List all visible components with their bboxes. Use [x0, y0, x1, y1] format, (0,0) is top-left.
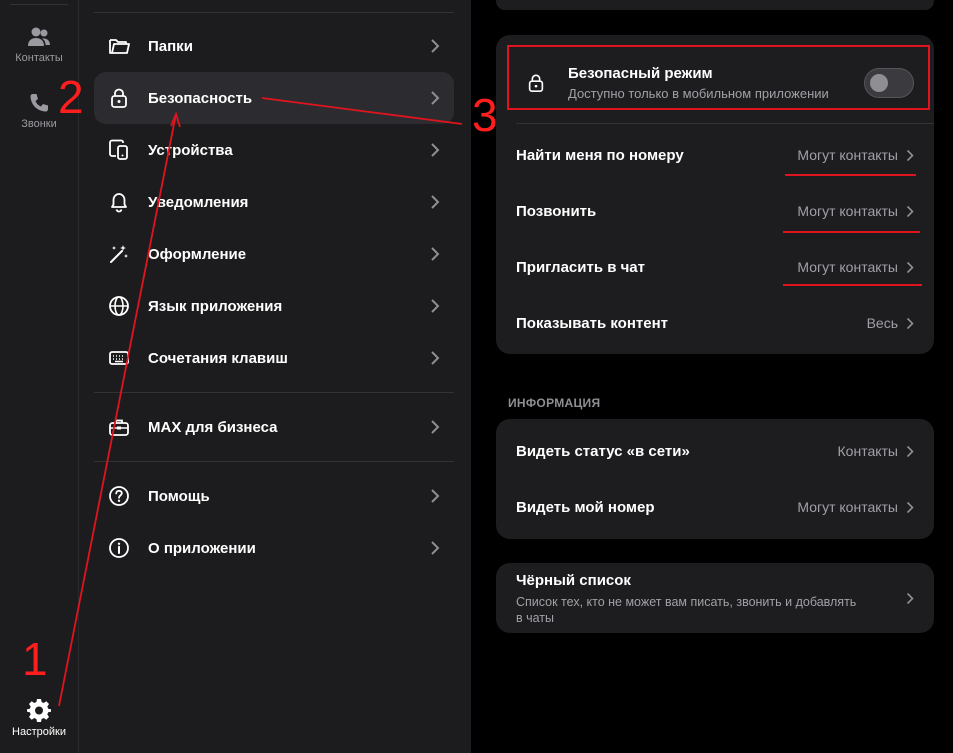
question-icon — [109, 486, 129, 506]
chevron-right-icon — [906, 592, 914, 605]
chevron-right-icon — [431, 39, 440, 53]
annotation-number-1: 1 — [22, 633, 48, 685]
show-content-row[interactable]: Показывать контент Весь — [496, 295, 934, 351]
menu-item-language[interactable]: Язык приложения — [94, 280, 454, 332]
folder-icon — [109, 39, 130, 54]
menu-item-security[interactable]: Безопасность — [94, 72, 454, 124]
invite-to-chat-row[interactable]: Пригласить в чат Могут контакты — [496, 239, 934, 295]
row-label: Пригласить в чат — [516, 258, 645, 276]
info-icon — [109, 538, 129, 558]
row-label: Найти меня по номеру — [516, 146, 684, 164]
menu-item-notifications[interactable]: Уведомления — [94, 176, 454, 228]
safe-mode-row[interactable]: Безопасный режим Доступно только в мобил… — [496, 51, 934, 115]
chevron-right-icon — [431, 299, 440, 313]
info-card: Видеть статус «в сети» Контакты Видеть м… — [496, 419, 934, 539]
menu-item-folders[interactable]: Папки — [94, 20, 454, 72]
magic-wand-icon — [110, 245, 128, 263]
previous-card — [496, 0, 934, 10]
chevron-right-icon — [431, 489, 440, 503]
chevron-right-icon — [431, 247, 440, 261]
menu-item-label: Папки — [148, 37, 193, 55]
row-value: Могут контакты — [797, 259, 898, 275]
row-value: Могут контакты — [797, 499, 898, 515]
menu-item-label: Безопасность — [148, 89, 253, 107]
blacklist-title: Чёрный список — [516, 572, 631, 589]
briefcase-icon — [109, 419, 129, 436]
row-value: Могут контакты — [797, 203, 898, 219]
call-row[interactable]: Позвонить Могут контакты — [496, 183, 934, 239]
chevron-right-icon — [431, 91, 440, 105]
rail-settings[interactable]: Настройки — [0, 698, 78, 738]
keyboard-icon — [109, 351, 129, 365]
row-divider — [516, 123, 934, 124]
chevron-right-icon — [431, 541, 440, 555]
rail-contacts[interactable]: Контакты — [0, 26, 78, 64]
menu-item-about[interactable]: О приложении — [94, 522, 454, 574]
contacts-icon — [28, 27, 50, 46]
menu-item-label: Сочетания клавиш — [148, 349, 288, 367]
chevron-right-icon — [431, 143, 440, 157]
chevron-right-icon — [431, 351, 440, 365]
menu-item-business[interactable]: MAX для бизнеса — [94, 401, 454, 453]
globe-icon — [109, 296, 129, 316]
menu-item-label: Уведомления — [148, 193, 249, 211]
menu-item-appearance[interactable]: Оформление — [94, 228, 454, 280]
devices-icon — [109, 139, 128, 160]
row-value: Контакты — [837, 443, 898, 459]
find-by-number-row[interactable]: Найти меня по номеру Могут контакты — [496, 127, 934, 183]
online-status-row[interactable]: Видеть статус «в сети» Контакты — [496, 423, 934, 479]
annotation-number-2: 2 — [58, 71, 84, 123]
menu-item-devices[interactable]: Устройства — [94, 124, 454, 176]
chevron-right-icon — [431, 420, 440, 434]
privacy-card: Безопасный режим Доступно только в мобил… — [496, 35, 934, 354]
chevron-right-icon — [906, 445, 914, 457]
menu-item-label: Помощь — [148, 487, 210, 505]
chevron-right-icon — [431, 195, 440, 209]
menu-divider — [94, 12, 454, 13]
menu-item-label: О приложении — [148, 539, 256, 557]
menu-item-help[interactable]: Помощь — [94, 470, 454, 522]
menu-divider — [94, 461, 454, 462]
menu-item-shortcuts[interactable]: Сочетания клавиш — [94, 332, 454, 384]
row-label: Позвонить — [516, 202, 597, 220]
lock-icon — [111, 88, 127, 108]
bell-icon — [111, 193, 127, 213]
settings-menu: Папки Безопасность Устройства Уведомлени… — [79, 0, 471, 753]
blacklist-card[interactable]: Чёрный список Список тех, кто не может в… — [496, 563, 934, 633]
menu-divider — [94, 392, 454, 393]
section-title: ИНФОРМАЦИЯ — [508, 396, 601, 410]
gear-icon — [27, 699, 51, 722]
chevron-right-icon — [906, 205, 914, 217]
safe-mode-toggle[interactable] — [864, 68, 914, 98]
menu-item-label: Язык приложения — [148, 297, 283, 315]
menu-item-label: Оформление — [148, 245, 247, 263]
row-label: Показывать контент — [516, 314, 668, 332]
rail-divider — [10, 4, 68, 5]
row-label: Видеть статус «в сети» — [516, 442, 690, 460]
blacklist-description: Список тех, кто не может вам писать, зво… — [516, 594, 856, 626]
rail-calls-label: Звонки — [21, 118, 57, 130]
blacklist-description-line: в чаты — [516, 611, 555, 625]
blacklist-description-line: Список тех, кто не может вам писать, зво… — [516, 595, 857, 609]
phone-icon — [30, 94, 48, 112]
toggle-knob — [870, 74, 888, 92]
chevron-right-icon — [906, 317, 914, 329]
row-value: Весь — [866, 315, 898, 331]
row-label: Видеть мой номер — [516, 498, 655, 516]
lock-icon — [528, 74, 544, 92]
menu-item-label: MAX для бизнеса — [148, 418, 278, 436]
chevron-right-icon — [906, 261, 914, 273]
rail-contacts-label: Контакты — [15, 52, 63, 64]
chevron-right-icon — [906, 149, 914, 161]
rail-settings-label: Настройки — [12, 726, 66, 738]
chevron-right-icon — [906, 501, 914, 513]
my-number-row[interactable]: Видеть мой номер Могут контакты — [496, 479, 934, 535]
security-settings-panel: Безопасный режим Доступно только в мобил… — [472, 0, 953, 753]
menu-item-label: Устройства — [148, 141, 233, 159]
row-value: Могут контакты — [797, 147, 898, 163]
annotation-number-3: 3 — [472, 89, 498, 141]
